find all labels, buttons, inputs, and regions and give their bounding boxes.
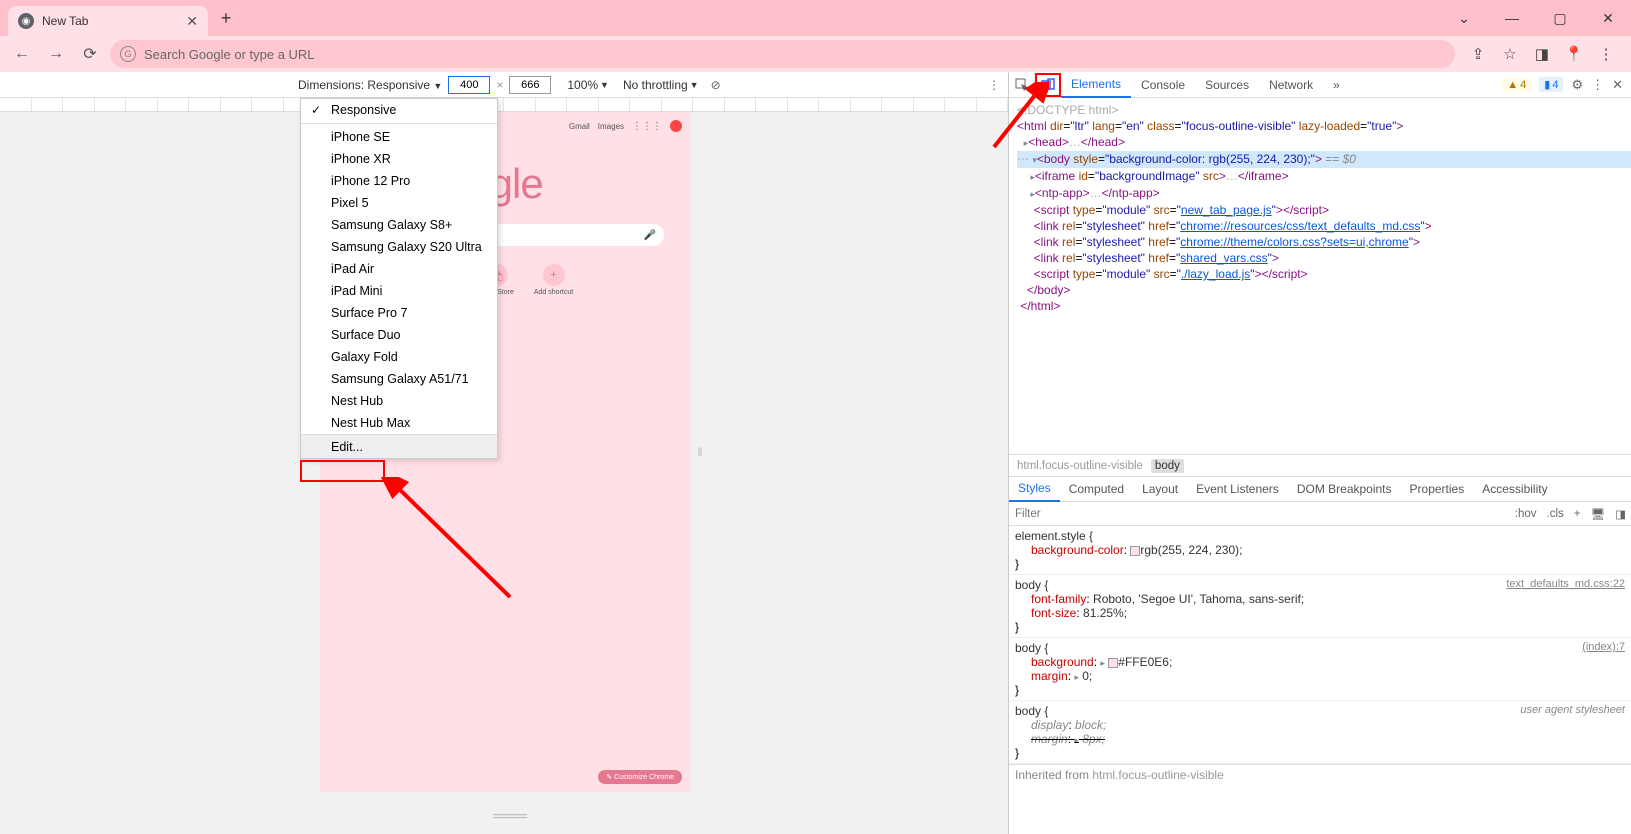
device-option[interactable]: Samsung Galaxy S8+ bbox=[301, 214, 497, 236]
styles-filter-input[interactable] bbox=[1009, 503, 1510, 525]
search-icon: G bbox=[120, 46, 136, 62]
device-option[interactable]: Pixel 5 bbox=[301, 192, 497, 214]
subtab-styles[interactable]: Styles bbox=[1009, 476, 1060, 502]
toolbar: ← → ⟳ G Search Google or type a URL ⇪ ☆ … bbox=[0, 36, 1631, 72]
images-link[interactable]: Images bbox=[598, 122, 624, 131]
device-toolbar-toggle-icon[interactable] bbox=[1035, 73, 1061, 97]
tab-title: New Tab bbox=[42, 14, 88, 28]
device-option-responsive[interactable]: Responsive bbox=[301, 99, 497, 121]
width-input[interactable] bbox=[448, 76, 490, 94]
issues-badge[interactable]: ▮4 bbox=[1539, 77, 1563, 92]
inherited-from-row: Inherited from html.focus-outline-visibl… bbox=[1009, 764, 1631, 785]
share-icon[interactable]: ⇪ bbox=[1467, 43, 1489, 65]
subtab-event-listeners[interactable]: Event Listeners bbox=[1187, 476, 1288, 502]
shortcut-add[interactable]: +Add shortcut bbox=[534, 264, 573, 296]
device-emulation-pane: Dimensions: Responsive ▼ × 100% ▼ No thr… bbox=[0, 72, 1008, 834]
device-option-edit[interactable]: Edit... bbox=[301, 434, 497, 458]
gmail-link[interactable]: Gmail bbox=[569, 122, 590, 131]
rotate-icon[interactable]: ⊘ bbox=[711, 78, 721, 92]
device-option[interactable]: Nest Hub Max bbox=[301, 412, 497, 434]
device-option[interactable]: Galaxy Fold bbox=[301, 346, 497, 368]
height-input[interactable] bbox=[509, 76, 551, 94]
subtab-layout[interactable]: Layout bbox=[1133, 476, 1187, 502]
tab-more-icon[interactable]: » bbox=[1323, 72, 1350, 98]
panel-toggle-icon[interactable]: ◨ bbox=[1610, 507, 1631, 521]
device-option[interactable]: iPad Mini bbox=[301, 280, 497, 302]
inspect-element-icon[interactable] bbox=[1009, 73, 1035, 97]
tab-close-icon[interactable]: ✕ bbox=[186, 13, 198, 30]
ruler bbox=[0, 98, 1008, 112]
tab-elements[interactable]: Elements bbox=[1061, 72, 1131, 98]
subtab-computed[interactable]: Computed bbox=[1060, 476, 1133, 502]
subtab-dom-breakpoints[interactable]: DOM Breakpoints bbox=[1288, 476, 1401, 502]
browser-tab[interactable]: ◉ New Tab ✕ bbox=[8, 6, 208, 36]
close-icon[interactable]: ✕ bbox=[1593, 10, 1623, 27]
back-button[interactable]: ← bbox=[8, 40, 36, 68]
styles-pane[interactable]: element.style { background-color: rgb(25… bbox=[1009, 526, 1631, 834]
forward-button[interactable]: → bbox=[42, 40, 70, 68]
dom-tree[interactable]: <!DOCTYPE html> <html dir="ltr" lang="en… bbox=[1009, 98, 1631, 454]
subtab-accessibility[interactable]: Accessibility bbox=[1473, 476, 1556, 502]
device-icon[interactable]: 🖥 bbox=[1586, 507, 1611, 521]
apps-icon[interactable]: ⋮⋮⋮ bbox=[632, 121, 662, 132]
dimensions-dropdown[interactable]: Dimensions: Responsive ▼ bbox=[298, 78, 442, 92]
new-rule-icon[interactable]: + bbox=[1569, 508, 1586, 520]
tab-sources[interactable]: Sources bbox=[1195, 72, 1259, 98]
mic-icon[interactable]: 🎤 bbox=[644, 230, 656, 241]
profile-icon[interactable]: 📍 bbox=[1563, 43, 1585, 65]
sidepanel-icon[interactable]: ◨ bbox=[1531, 43, 1553, 65]
address-placeholder: Search Google or type a URL bbox=[144, 47, 315, 62]
settings-icon[interactable]: ⚙ bbox=[1571, 77, 1583, 93]
resize-handle-horizontal[interactable]: ═══ bbox=[480, 808, 540, 826]
customize-chrome-button[interactable]: ✎ Customize Chrome bbox=[598, 770, 682, 784]
address-bar[interactable]: G Search Google or type a URL bbox=[110, 40, 1455, 68]
avatar-icon[interactable] bbox=[670, 120, 682, 132]
minimize-icon[interactable]: — bbox=[1497, 10, 1527, 26]
device-option[interactable]: Samsung Galaxy S20 Ultra bbox=[301, 236, 497, 258]
breadcrumb[interactable]: html.focus-outline-visible body bbox=[1009, 454, 1631, 476]
device-option[interactable]: iPhone XR bbox=[301, 148, 497, 170]
maximize-icon[interactable]: ▢ bbox=[1545, 10, 1575, 27]
window-controls: ⌄ — ▢ ✕ bbox=[1449, 10, 1623, 27]
zoom-dropdown[interactable]: 100% ▼ bbox=[567, 78, 609, 92]
styles-filter-row: :hov .cls + 🖥 ◨ bbox=[1009, 502, 1631, 526]
device-option[interactable]: iPad Air bbox=[301, 258, 497, 280]
titlebar: ◉ New Tab ✕ + ⌄ — ▢ ✕ bbox=[0, 0, 1631, 36]
device-option[interactable]: Surface Duo bbox=[301, 324, 497, 346]
dimension-separator: × bbox=[496, 78, 503, 92]
device-option[interactable]: Samsung Galaxy A51/71 bbox=[301, 368, 497, 390]
chrome-favicon: ◉ bbox=[18, 13, 34, 29]
tab-network[interactable]: Network bbox=[1259, 72, 1323, 98]
tab-console[interactable]: Console bbox=[1131, 72, 1195, 98]
device-option[interactable]: Nest Hub bbox=[301, 390, 497, 412]
reload-button[interactable]: ⟳ bbox=[76, 40, 104, 68]
device-menu: Responsive iPhone SE iPhone XR iPhone 12… bbox=[300, 98, 498, 459]
cls-toggle[interactable]: .cls bbox=[1542, 508, 1569, 520]
devtools-tabs: Elements Console Sources Network » ▲4 ▮4… bbox=[1009, 72, 1631, 98]
resize-handle-vertical[interactable]: ‖ bbox=[696, 112, 704, 792]
device-toolbar-more-icon[interactable]: ⋮ bbox=[988, 78, 1000, 92]
device-toolbar: Dimensions: Responsive ▼ × 100% ▼ No thr… bbox=[0, 72, 1008, 98]
device-option[interactable]: iPhone SE bbox=[301, 126, 497, 148]
device-option[interactable]: Surface Pro 7 bbox=[301, 302, 497, 324]
devtools-panel: Elements Console Sources Network » ▲4 ▮4… bbox=[1008, 72, 1631, 834]
subtab-properties[interactable]: Properties bbox=[1401, 476, 1474, 502]
close-devtools-icon[interactable]: ✕ bbox=[1612, 77, 1623, 93]
bookmark-icon[interactable]: ☆ bbox=[1499, 43, 1521, 65]
menu-icon[interactable]: ⋮ bbox=[1595, 43, 1617, 65]
new-tab-button[interactable]: + bbox=[212, 4, 240, 32]
chevron-down-icon[interactable]: ⌄ bbox=[1449, 10, 1479, 27]
warnings-badge[interactable]: ▲4 bbox=[1502, 78, 1531, 92]
device-option[interactable]: iPhone 12 Pro bbox=[301, 170, 497, 192]
throttling-dropdown[interactable]: No throttling ▼ bbox=[623, 78, 699, 92]
styles-tabs: Styles Computed Layout Event Listeners D… bbox=[1009, 476, 1631, 502]
hov-toggle[interactable]: :hov bbox=[1510, 508, 1542, 520]
more-icon[interactable]: ⋮ bbox=[1591, 77, 1604, 93]
